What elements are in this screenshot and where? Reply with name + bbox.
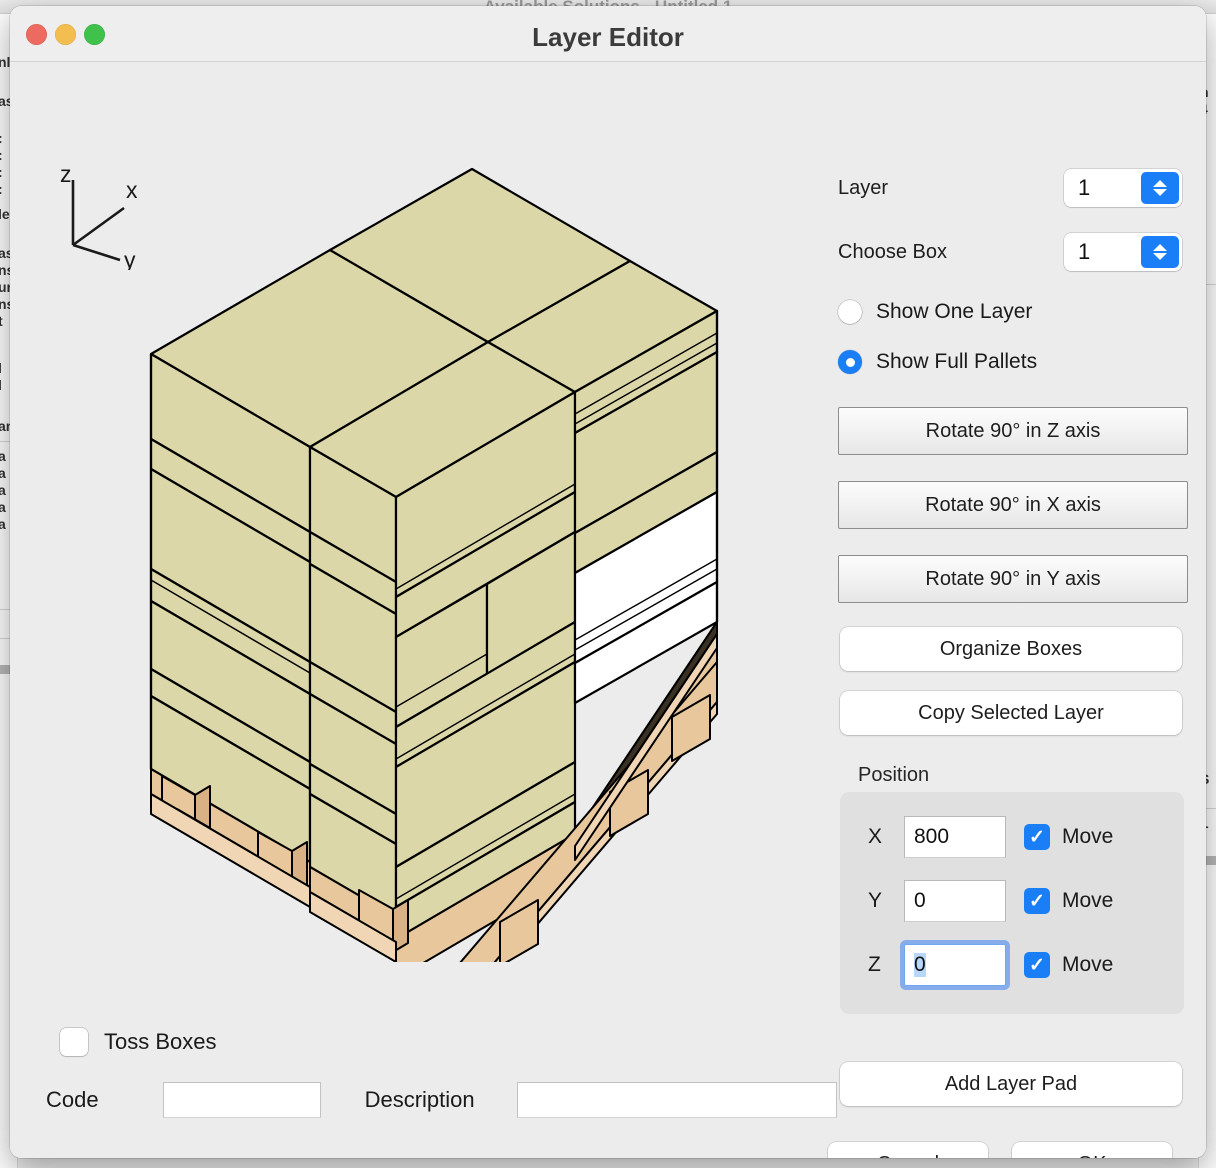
axis-label-y: y [124,247,136,270]
chevron-down-icon[interactable] [1153,253,1167,260]
layer-value: 1 [1078,175,1091,200]
axis-label-z: z [60,161,72,187]
show-full-pallets-label: Show Full Pallets [876,350,1038,373]
choose-box-stepper-buttons[interactable] [1141,236,1179,268]
toss-boxes-row[interactable]: Toss Boxes [60,1028,217,1056]
position-y-input[interactable]: 0 [904,880,1006,922]
choose-box-label: Choose Box [838,240,947,263]
code-description-row: Code Description [46,1082,837,1118]
position-z-input[interactable]: 0 [900,940,1010,990]
toss-boxes-label: Toss Boxes [104,1029,217,1054]
move-y-label: Move [1062,889,1114,912]
layer-field-row: Layer 1 [838,168,1188,208]
choose-box-field-row: Choose Box 1 [838,232,1188,272]
position-x-input[interactable]: 800 [904,816,1006,858]
move-z-label: Move [1062,953,1114,976]
position-axis-x-label: X [868,825,883,848]
layer-editor-dialog: Layer Editor z x y Toss Boxes Code Descr… [10,6,1206,1158]
axis-gizmo: z x y [48,160,158,275]
move-z-checkbox[interactable]: ✓ [1024,952,1050,978]
position-group-box: X 800 ✓ Move Y 0 ✓ Move Z 0 ✓ Move [840,792,1184,1014]
choose-box-stepper[interactable]: 1 [1064,233,1182,271]
position-axis-y-label: Y [868,889,883,912]
rotate-x-button[interactable]: Rotate 90° in X axis [838,481,1188,529]
cancel-button[interactable]: Cancel [828,1142,988,1158]
position-axis-z-label: Z [868,953,881,976]
rotate-y-button[interactable]: Rotate 90° in Y axis [838,555,1188,603]
layer-stepper-buttons[interactable] [1141,172,1179,204]
radio-show-full-pallets[interactable]: Show Full Pallets [838,350,1037,374]
position-group-label: Position [858,764,930,786]
radio-button-on-icon[interactable] [838,350,862,374]
controls-panel: Layer 1 Choose Box 1 Show One Layer Show… [828,62,1198,1158]
add-layer-pad-button[interactable]: Add Layer Pad [840,1062,1182,1106]
pallet-3d-viewport[interactable]: z x y [10,62,822,1051]
check-icon: ✓ [1029,826,1045,848]
layer-label: Layer [838,176,889,199]
position-row-z: Z 0 ✓ Move [868,940,1114,990]
chevron-up-icon[interactable] [1153,180,1167,187]
code-input[interactable] [162,1082,321,1118]
position-z-value: 0 [914,953,926,977]
description-input[interactable] [516,1082,837,1118]
dialog-titlebar[interactable]: Layer Editor [10,6,1206,62]
axis-label-x: x [126,177,138,203]
position-row-y: Y 0 ✓ Move [868,880,1113,922]
move-y-checkbox[interactable]: ✓ [1024,888,1050,914]
radio-show-one-layer[interactable]: Show One Layer [838,300,1032,324]
dialog-body: z x y Toss Boxes Code Description Layer [10,62,1206,1158]
check-icon: ✓ [1029,890,1045,912]
organize-boxes-button[interactable]: Organize Boxes [840,627,1182,671]
radio-button-off-icon[interactable] [838,300,862,324]
description-label: Description [364,1087,475,1112]
chevron-up-icon[interactable] [1153,244,1167,251]
show-one-layer-label: Show One Layer [876,300,1033,323]
ok-button[interactable]: OK [1012,1142,1172,1158]
move-x-checkbox[interactable]: ✓ [1024,824,1050,850]
rotate-z-button[interactable]: Rotate 90° in Z axis [838,407,1188,455]
position-row-x: X 800 ✓ Move [868,816,1113,858]
dialog-title: Layer Editor [532,22,684,52]
check-icon: ✓ [1029,954,1045,976]
code-label: Code [46,1087,99,1112]
chevron-down-icon[interactable] [1153,189,1167,196]
layer-stepper[interactable]: 1 [1064,169,1182,207]
choose-box-value: 1 [1078,239,1091,264]
toss-boxes-checkbox[interactable] [60,1028,88,1056]
move-x-label: Move [1062,825,1114,848]
copy-selected-layer-button[interactable]: Copy Selected Layer [840,691,1182,735]
